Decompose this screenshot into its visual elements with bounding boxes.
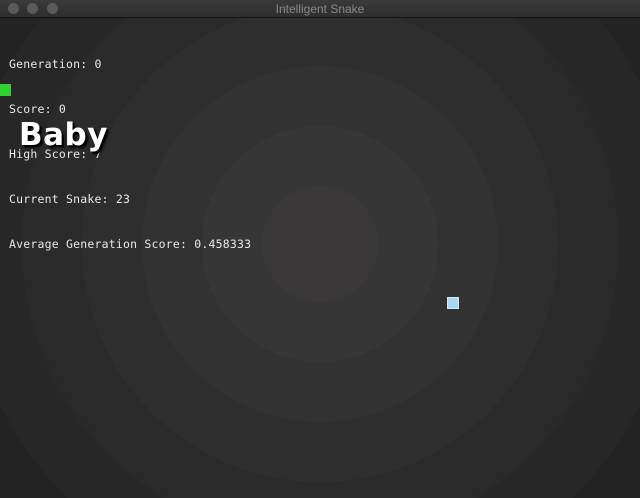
stats-overlay: Generation: 0 Score: 0 High Score: 7 Cur… (9, 27, 251, 282)
snake-segment (0, 84, 11, 96)
title-bar[interactable]: Intelligent Snake (0, 0, 640, 18)
score-stat: Score: 0 (9, 102, 66, 116)
food-pellet (447, 297, 459, 309)
current-snake-stat: Current Snake: 23 (9, 192, 131, 206)
generation-stat: Generation: 0 (9, 57, 102, 71)
game-window: Intelligent Snake Generation: 0 Score: 0… (0, 0, 640, 498)
window-title: Intelligent Snake (275, 2, 365, 16)
average-generation-score-stat: Average Generation Score: 0.458333 (9, 237, 252, 251)
game-canvas[interactable]: Generation: 0 Score: 0 High Score: 7 Cur… (0, 18, 640, 498)
caption-text: Baby (19, 117, 108, 153)
